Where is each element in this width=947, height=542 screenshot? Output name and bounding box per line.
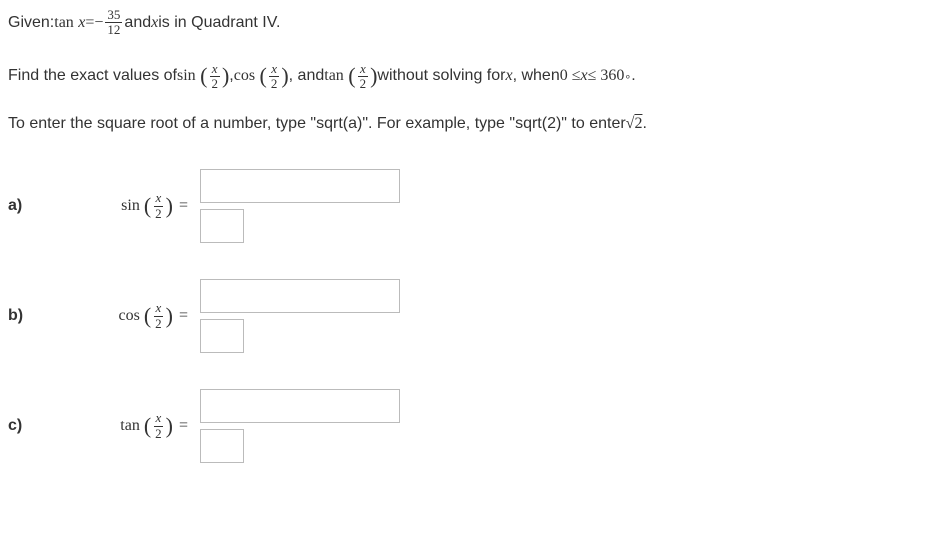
part-b-label: b) [8,307,38,325]
minus: − [94,14,103,32]
period2: . [642,115,646,133]
x-var3: x [505,67,512,85]
instruction-line: To enter the square root of a number, ty… [8,115,939,133]
tan-text2: tan [324,67,344,85]
part-a-label: a) [8,197,38,215]
x-var: x [78,14,85,32]
given-prefix: Given: [8,14,54,32]
cos-text: cos [234,67,255,85]
sin-half-label: sin ( x2 ) = [38,191,188,221]
answer-row-a: a) sin ( x2 ) = [8,169,939,243]
frac-num: 35 [105,8,122,23]
ineq1: 0 ≤ [560,67,581,85]
paren-x2-tan: ( x2 ) [348,62,377,92]
input-c-numerator[interactable] [200,389,400,423]
input-b-denominator[interactable] [200,319,244,353]
input-a-denominator[interactable] [200,209,244,243]
paren-x2-sin: ( x2 ) [200,62,229,92]
x-var2: x [151,14,158,32]
answers-section: a) sin ( x2 ) = b) cos ( x2 ) = [8,169,939,463]
cos-half-label: cos ( x2 ) = [38,301,188,331]
sqrt-symbol: √2 [626,115,643,133]
answer-row-b: b) cos ( x2 ) = [8,279,939,353]
when-text: , when [513,67,560,85]
equals: = [85,14,94,32]
quadrant-text: is in Quadrant IV. [158,14,280,32]
find-prefix: Find the exact values of [8,67,177,85]
x-var4: x [581,67,588,85]
answer-row-c: c) tan ( x2 ) = [8,389,939,463]
period1: . [631,67,635,85]
input-fraction-c [200,389,400,463]
degree-symbol: ∘ [624,70,631,83]
input-fraction-a [200,169,400,243]
input-fraction-b [200,279,400,353]
sin-text: sin [177,67,196,85]
input-a-numerator[interactable] [200,169,400,203]
fraction-35-12: 35 12 [105,8,122,38]
paren-x2-cos: ( x2 ) [260,62,289,92]
frac-den: 12 [105,23,122,37]
instr-text: To enter the square root of a number, ty… [8,115,626,133]
input-c-denominator[interactable] [200,429,244,463]
part-c-label: c) [8,417,38,435]
find-line: Find the exact values of sin ( x2 ) , co… [8,62,939,92]
given-line: Given: tan x = − 35 12 and x is in Quadr… [8,8,939,38]
tan-text: tan [54,14,74,32]
and-text: and [124,14,151,32]
ineq2: ≤ 360 [588,67,625,85]
input-b-numerator[interactable] [200,279,400,313]
tan-half-label: tan ( x2 ) = [38,411,188,441]
without-text: without solving for [377,67,505,85]
comma2: , and [289,67,325,85]
